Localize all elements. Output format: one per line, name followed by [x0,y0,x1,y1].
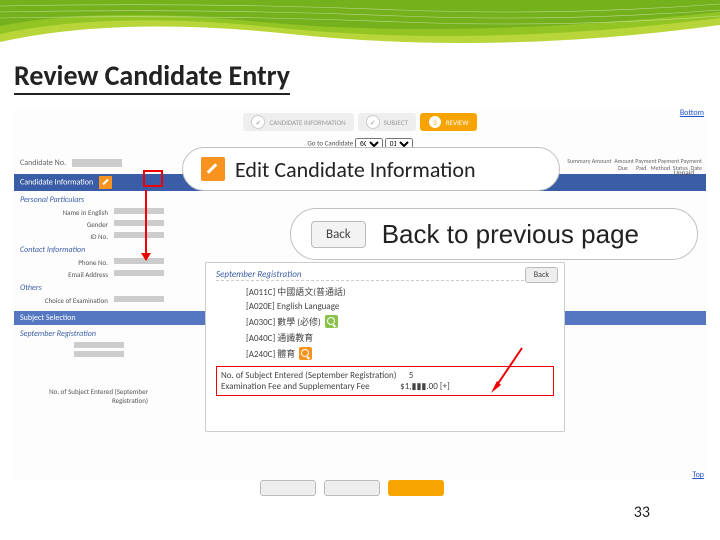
bottom-button[interactable] [324,480,380,496]
popup-subject-row: [A040C] 通識教育 [246,331,524,344]
edit-callout-text: Edit Candidate Information [235,156,476,183]
red-highlight-edit-icon [143,170,163,187]
slide-title: Review Candidate Entry [14,58,290,93]
popup-back-button[interactable]: Back [525,267,558,283]
edit-icon-large [201,157,225,181]
popup-subject-row: [A030C] 數學 (必修) [246,315,524,328]
edit-icon[interactable] [99,176,112,189]
bottom-button-row [260,480,444,496]
popup-subject-row: [A011C] 中國語文(普通話) [246,285,524,298]
popup-header: September Registration [216,269,554,281]
breadcrumb-step-3: 3REVIEW [420,113,477,131]
bottom-button-primary[interactable] [388,480,444,496]
breadcrumb-step-1: ✓CANDIDATE INFORMATION [243,113,353,131]
page-number: 33 [634,503,650,522]
popup-subject-list: [A011C] 中國語文(普通話) [A020E] English Langua… [246,285,524,360]
breadcrumb: ✓CANDIDATE INFORMATION ✓SUBJECT 3REVIEW [14,110,706,134]
red-arrow-down [145,190,147,260]
edit-candidate-callout: Edit Candidate Information [182,147,560,191]
back-callout: Back Back to previous page [290,208,698,260]
popup-subject-row: [A020E] English Language [246,301,524,312]
magnifier-icon[interactable] [299,347,312,360]
personal-particulars-head: Personal Particulars [20,195,706,205]
top-link[interactable]: Top [692,470,704,480]
fee-table-header-hint: Summary Amount Amount Payment Payment Pa… [567,158,702,172]
popup-subject-row: [A240C] 體育 [246,347,524,360]
bottom-link[interactable]: Bottom [680,108,704,118]
registration-popup: Back September Registration [A011C] 中國語文… [205,262,565,432]
back-callout-text: Back to previous page [382,219,639,250]
bottom-button[interactable] [260,480,316,496]
magnifier-icon[interactable] [325,315,338,328]
back-button-sample[interactable]: Back [311,221,366,248]
popup-summary-box: No. of Subject Entered (September Regist… [216,366,554,396]
breadcrumb-step-2: ✓SUBJECT [358,113,416,131]
